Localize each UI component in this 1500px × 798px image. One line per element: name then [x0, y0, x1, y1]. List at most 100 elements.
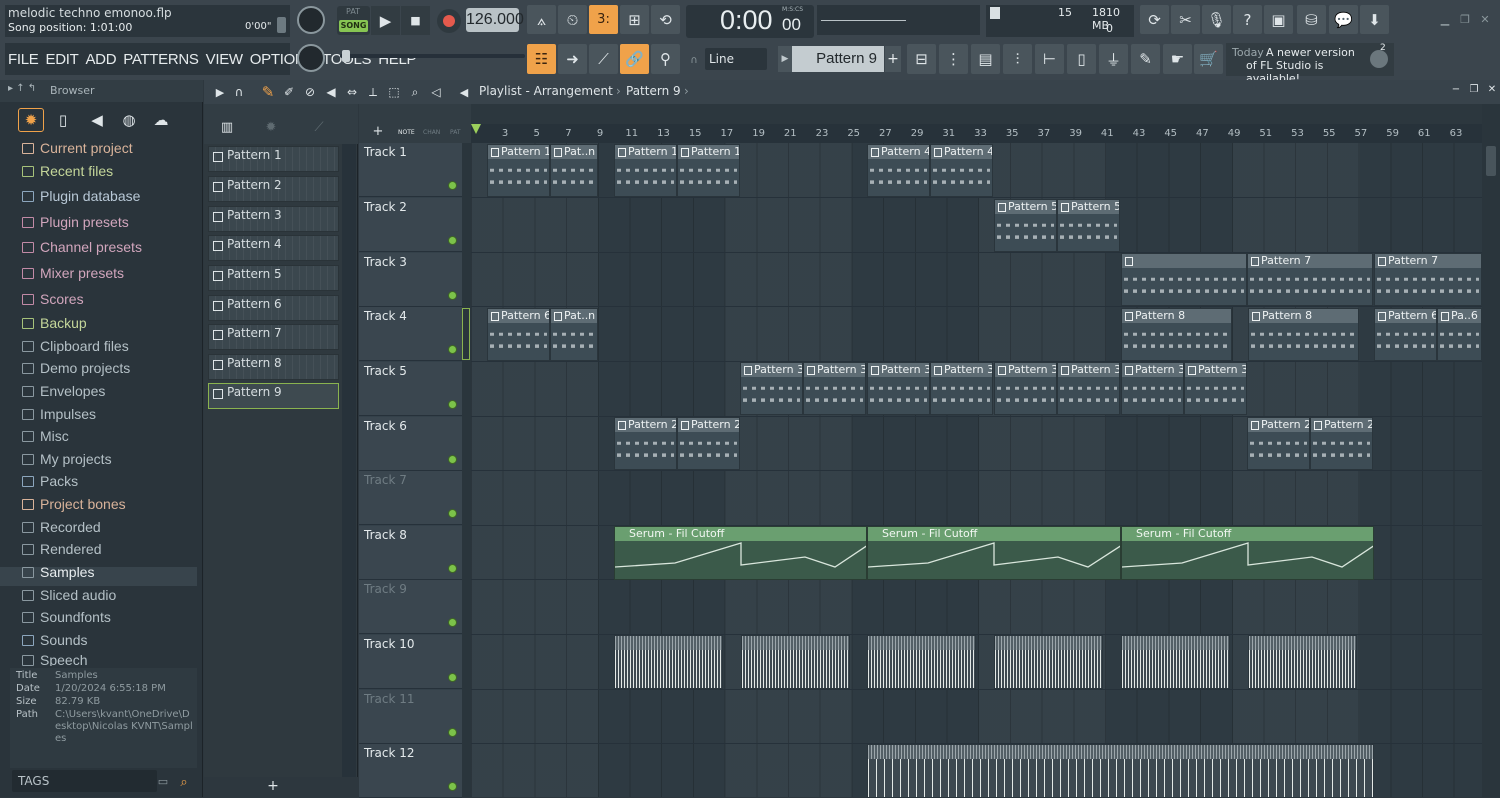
browser-item-my-projects[interactable]: My projects: [22, 451, 112, 467]
playlist-arrow-icon[interactable]: ◀: [456, 84, 472, 100]
browser-item-current-project[interactable]: Current project: [22, 140, 133, 156]
pat-song-toggle[interactable]: PAT SONG: [337, 6, 370, 35]
browser-item-clipboard-files[interactable]: Clipboard files: [22, 338, 129, 354]
menu-patterns[interactable]: PATTERNS: [123, 51, 199, 68]
tempo-display[interactable]: 126.000: [466, 8, 524, 32]
search-icon[interactable]: ⌕: [176, 774, 192, 790]
zoom-tool-icon[interactable]: ⌕: [407, 84, 423, 100]
wait-for-input-icon[interactable]: ⏲: [558, 5, 587, 34]
browser-item-sounds[interactable]: Sounds: [22, 632, 87, 648]
chat-icon[interactable]: 💬: [1329, 5, 1358, 34]
browser-item-recorded[interactable]: Recorded: [22, 519, 101, 535]
track-header-8[interactable]: Track 8: [359, 526, 462, 580]
playlist-grid[interactable]: Pattern 1 Pat..n 1 Pattern 1 Pattern 1 P…: [471, 143, 1482, 798]
loop-record-icon[interactable]: ⟲: [651, 5, 680, 34]
browser-item-impulses[interactable]: Impulses: [22, 406, 96, 422]
track-9-enable-icon[interactable]: [448, 618, 457, 627]
browser-item-scores[interactable]: Scores: [22, 291, 84, 307]
picker-piano-icon[interactable]: ▥: [218, 118, 236, 136]
picker-pattern-9[interactable]: Pattern 9: [208, 383, 339, 409]
clip-pattern-6[interactable]: Pattern 6: [1374, 308, 1437, 361]
folder-icon[interactable]: ▭: [156, 774, 170, 788]
browser-item-project-bones[interactable]: Project bones: [22, 496, 126, 512]
clip-pattern-7[interactable]: Pattern 7: [1247, 253, 1373, 306]
news-panel[interactable]: Today A newer version of FL Studio is av…: [1226, 43, 1394, 85]
picker-auto-icon[interactable]: ⟋: [310, 118, 328, 136]
track-header-9[interactable]: Track 9: [359, 580, 462, 634]
picker-audio-icon[interactable]: ✹: [262, 118, 280, 136]
automation-clip[interactable]: Serum - Fil Cutoff: [614, 526, 867, 580]
pencil-icon[interactable]: ✎: [1131, 44, 1160, 74]
clip-pattern-7[interactable]: Pattern 7: [1374, 253, 1482, 306]
track-header-6[interactable]: Track 6: [359, 417, 462, 471]
browser-item-backup[interactable]: Backup: [22, 315, 87, 331]
document-icon[interactable]: ▯: [1067, 44, 1096, 74]
hint-bar-icon[interactable]: [277, 17, 286, 33]
minimize-window-icon[interactable]: ▁: [1438, 12, 1452, 26]
track-8-enable-icon[interactable]: [448, 564, 457, 573]
link-icon[interactable]: 🔗: [620, 44, 649, 74]
download-icon[interactable]: ⬇: [1360, 5, 1389, 34]
track-4-enable-icon[interactable]: [448, 345, 457, 354]
playback-tool-icon[interactable]: ◁: [428, 84, 444, 100]
clip-pattern-4[interactable]: Pattern 4: [930, 144, 993, 197]
timeline-ruler[interactable]: 3 5 7 9 11 13 15 17 19 21 23 25 27 29 31 33 35 37 39 41 43 45…: [471, 124, 1482, 143]
mixer-icon[interactable]: ⊟: [907, 44, 936, 74]
pattern-selector[interactable]: Pattern 9: [792, 46, 884, 72]
record-button[interactable]: [437, 9, 461, 33]
browser-item-envelopes[interactable]: Envelopes: [22, 383, 105, 399]
browser-item-plugin-presets[interactable]: Plugin presets: [22, 214, 129, 230]
menu-edit[interactable]: EDIT: [45, 51, 78, 68]
picker-pattern-6[interactable]: Pattern 6: [208, 295, 339, 321]
cart-icon[interactable]: 🛒: [1194, 44, 1223, 74]
thumb-icon[interactable]: ☛: [1163, 44, 1192, 74]
track-10-enable-icon[interactable]: [448, 673, 457, 682]
clip-pattern-3[interactable]: Pattern 3: [930, 362, 993, 415]
browser-item-mixer-presets[interactable]: Mixer presets: [22, 265, 124, 281]
track-3-enable-icon[interactable]: [448, 291, 457, 300]
audio-clip[interactable]: [741, 635, 850, 689]
playlist-icon[interactable]: ☷: [527, 44, 556, 74]
browser-all-icon[interactable]: ✹: [18, 108, 44, 132]
browser-item-sliced-audio[interactable]: Sliced audio: [22, 587, 116, 603]
track-header-10[interactable]: Track 10: [359, 635, 462, 689]
picker-pattern-4[interactable]: Pattern 4: [208, 235, 339, 261]
menu-add[interactable]: ADD: [85, 51, 116, 68]
picker-pattern-8[interactable]: Pattern 8: [208, 354, 339, 380]
automation-clip[interactable]: Serum - Fil Cutoff: [1121, 526, 1374, 580]
track-header-11[interactable]: Track 11: [359, 690, 462, 744]
track-2-enable-icon[interactable]: [448, 236, 457, 245]
song-position-slider[interactable]: [340, 54, 525, 58]
project-tree-icon[interactable]: ⊢: [1035, 44, 1064, 74]
clip-pattern-7-series[interactable]: [1121, 253, 1247, 306]
track-header-4[interactable]: Track 4: [359, 307, 462, 361]
clip-pattern-6[interactable]: Pat..n 6: [550, 308, 598, 361]
audio-clip[interactable]: [867, 635, 976, 689]
browser-item-samples[interactable]: Samples: [22, 564, 94, 580]
browser-nav-icon[interactable]: ▸ ↑ ↰: [8, 83, 36, 94]
paint-tool-icon[interactable]: ✐: [281, 84, 297, 100]
clip-pattern-1[interactable]: Pat..n 1: [550, 144, 598, 197]
browser-item-misc[interactable]: Misc: [22, 428, 69, 444]
clip-pattern-3[interactable]: Pattern 3: [740, 362, 803, 415]
magnet-icon[interactable]: ∩: [688, 54, 700, 66]
clip-pattern-3[interactable]: Pattern 3: [867, 362, 930, 415]
plugin-icon[interactable]: ⏚: [1099, 44, 1128, 74]
ruler-scroll[interactable]: [471, 104, 1482, 124]
channel-rack-icon[interactable]: ⋮: [939, 44, 968, 74]
playlist-menu-icon[interactable]: ▶: [212, 84, 228, 100]
stop-icon[interactable]: ■: [401, 6, 430, 35]
clip-pattern-6[interactable]: Pattern 6: [487, 308, 550, 361]
playlist-close-icon[interactable]: ✕: [1485, 82, 1499, 96]
save-icon[interactable]: ▣: [1264, 5, 1293, 34]
track-header-2[interactable]: Track 2: [359, 198, 462, 252]
countdown-icon[interactable]: 3:: [589, 5, 618, 34]
track-1-enable-icon[interactable]: [448, 181, 457, 190]
metronome-icon[interactable]: ⟑: [527, 5, 556, 34]
clip-pattern-3[interactable]: Pattern 3: [803, 362, 866, 415]
add-pattern-icon[interactable]: +: [885, 46, 901, 72]
clip-pattern-2[interactable]: Pattern 2: [1247, 417, 1310, 470]
slip-tool-icon[interactable]: ⇔: [344, 84, 360, 100]
track-header-7[interactable]: Track 7: [359, 471, 462, 525]
microphone-icon[interactable]: 🎙: [1202, 5, 1231, 34]
